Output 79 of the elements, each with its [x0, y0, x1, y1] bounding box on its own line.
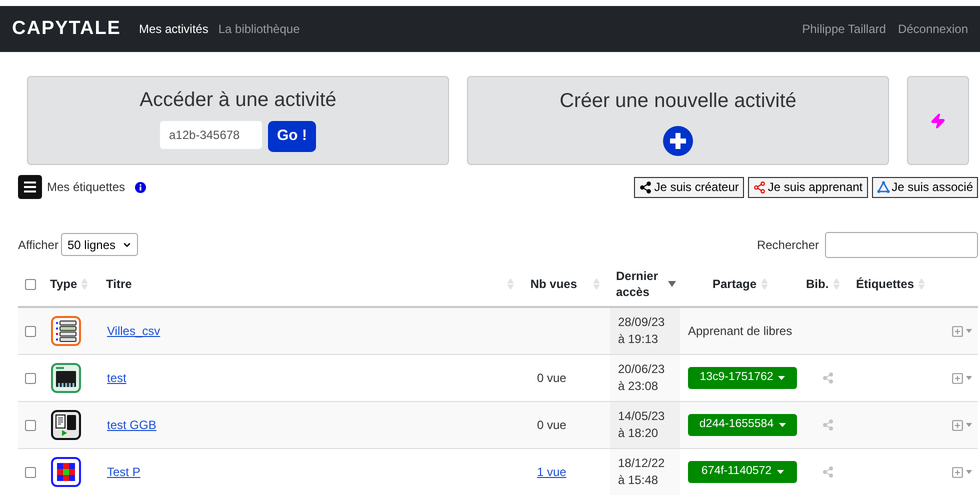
card-title: Accéder à une activité: [140, 88, 336, 113]
color-grid-icon: [51, 457, 81, 487]
share-icon[interactable]: [822, 419, 834, 431]
square-plus-icon: [951, 466, 964, 478]
share-icon: [752, 180, 766, 194]
column-header[interactable]: Bib.: [806, 275, 829, 293]
role-filter-button[interactable]: Je suis apprenant: [748, 176, 868, 198]
brand-logo[interactable]: CAPYTALE: [12, 14, 121, 44]
caret-icon: [778, 376, 786, 380]
search-field[interactable]: [825, 232, 978, 258]
checkbox[interactable]: [24, 278, 36, 290]
share-code-button[interactable]: 13c9-1751762: [688, 367, 797, 389]
create-card[interactable]: Créer une nouvelle activité: [467, 76, 889, 165]
caret-icon: [776, 470, 784, 474]
menu-icon[interactable]: [18, 175, 42, 199]
caret-icon: [966, 329, 972, 333]
views-link[interactable]: 1 vue: [537, 465, 566, 479]
role-filter-button[interactable]: Je suis associé: [872, 176, 978, 198]
column-header[interactable]: Étiquettes: [856, 275, 914, 293]
circuit-board-icon: [51, 363, 81, 393]
caret-icon: [966, 376, 972, 380]
document-play-icon: [51, 410, 81, 440]
share-status: Apprenant de libres: [688, 324, 792, 338]
column-header[interactable]: Nb vues: [530, 275, 577, 293]
date-text: 14/05/23: [618, 408, 666, 425]
add-tag-button[interactable]: [951, 372, 972, 384]
activity-title-link[interactable]: Test P: [107, 465, 140, 479]
activity-title-link[interactable]: Villes_csv: [107, 324, 160, 338]
square-plus-icon: [951, 372, 964, 384]
date-text: 20/06/23: [618, 361, 666, 378]
time-text: à 23:08: [618, 378, 660, 395]
views-count: 0 vue: [537, 371, 566, 385]
lightning-icon: [930, 112, 946, 128]
add-tag-button[interactable]: [951, 324, 972, 338]
checkbox[interactable]: [24, 326, 36, 336]
sort-descending-icon[interactable]: [668, 281, 676, 287]
activity-title-link[interactable]: test: [107, 371, 126, 385]
info-icon[interactable]: [135, 182, 146, 192]
user-link[interactable]: Philippe Taillard: [802, 20, 886, 38]
add-tag-button[interactable]: [951, 466, 972, 478]
caret-icon: [966, 423, 972, 427]
square-plus-icon: [951, 324, 964, 338]
column-header[interactable]: Type: [50, 275, 78, 293]
date-text: 28/09/23: [618, 314, 666, 331]
checkbox[interactable]: [24, 372, 36, 384]
code-field[interactable]: a12b-345678: [160, 121, 262, 149]
time-text: à 18:20: [618, 425, 660, 442]
column-header[interactable]: Titre: [106, 275, 132, 293]
go-button[interactable]: Go !: [268, 121, 316, 152]
logout-link[interactable]: Déconnexion: [898, 20, 968, 38]
share-icon[interactable]: [822, 372, 834, 384]
plus-circle-icon[interactable]: [663, 126, 693, 156]
date-text: 18/12/22: [618, 455, 666, 472]
share-code-button[interactable]: d244-1655584: [688, 414, 797, 436]
column-header[interactable]: Dernier accès: [616, 268, 664, 300]
role-filter-button[interactable]: Je suis créateur: [634, 176, 744, 198]
list-icon: [51, 316, 81, 346]
card-title: Créer une nouvelle activité: [560, 89, 796, 114]
share-icon[interactable]: [822, 466, 834, 478]
activity-title-link[interactable]: test GGB: [107, 418, 156, 432]
search-label: Rechercher: [756, 236, 819, 254]
page-size-label: Afficher: [18, 236, 58, 254]
nav-link[interactable]: Mes activités: [138, 20, 208, 38]
caret-icon: [966, 470, 972, 474]
caret-icon: [778, 423, 786, 427]
time-text: à 19:13: [618, 331, 660, 348]
time-text: à 15:48: [618, 472, 660, 489]
nav-link[interactable]: La bibliothèque: [218, 20, 300, 38]
share-code-button[interactable]: 674f-1140572: [688, 461, 797, 483]
tags-label: Mes étiquettes: [47, 179, 126, 196]
checkbox[interactable]: [24, 420, 36, 430]
triangle-cycle-icon: [876, 180, 890, 194]
checkbox[interactable]: [24, 466, 36, 478]
square-plus-icon: [951, 418, 964, 432]
share-icon: [639, 180, 652, 194]
page-size-select[interactable]: 50 lignes: [61, 233, 138, 256]
add-tag-button[interactable]: [951, 418, 972, 432]
views-count: 0 vue: [537, 418, 566, 432]
column-header[interactable]: Partage: [712, 275, 757, 293]
